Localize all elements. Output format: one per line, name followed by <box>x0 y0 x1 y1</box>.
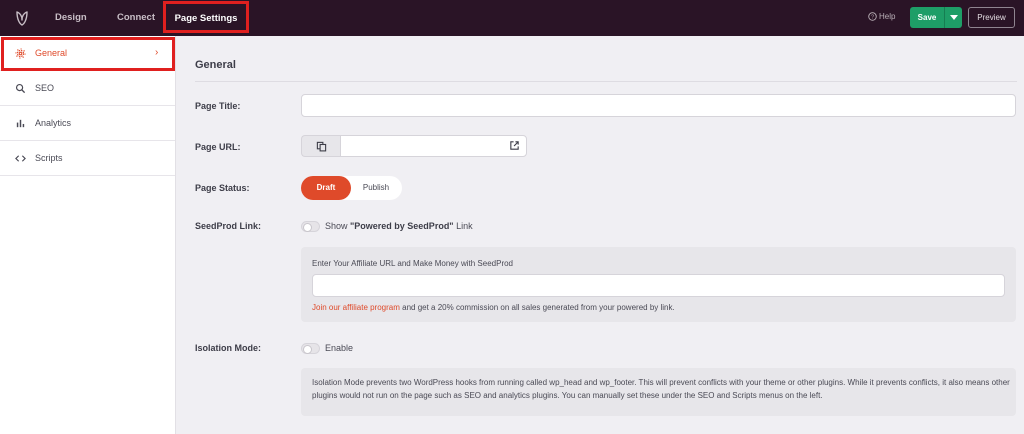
affiliate-url-input[interactable] <box>312 274 1005 297</box>
page-url-input[interactable] <box>340 135 527 157</box>
isolation-mode-switch[interactable] <box>301 343 320 354</box>
link-word: Link <box>453 221 473 231</box>
sidebar-item-scripts[interactable]: Scripts <box>0 141 175 176</box>
sidebar-item-label: Scripts <box>35 153 63 163</box>
affiliate-box: Enter Your Affiliate URL and Make Money … <box>301 247 1016 322</box>
tab-design[interactable]: Design <box>55 0 87 36</box>
highlight-box <box>1 37 175 71</box>
isolation-enable-text: Enable <box>325 343 354 353</box>
general-settings-panel: General Page Title: Page URL: Page Statu… <box>177 36 1024 434</box>
copy-icon <box>316 141 327 151</box>
affiliate-title: Enter Your Affiliate URL and Make Money … <box>312 259 514 268</box>
show-text: Show <box>325 221 351 231</box>
code-icon <box>15 153 26 164</box>
isolation-mode-label: Isolation Mode: <box>195 343 261 353</box>
seedprod-logo-icon[interactable] <box>13 9 31 27</box>
tab-connect[interactable]: Connect <box>117 0 155 36</box>
save-button[interactable]: Save <box>910 7 944 28</box>
divider <box>195 81 1017 82</box>
section-heading: General <box>195 59 236 71</box>
seedprod-link-text: Show "Powered by SeedProd" Link <box>325 221 473 231</box>
page-title-label: Page Title: <box>195 101 241 111</box>
help-icon: ? <box>868 12 877 21</box>
preview-button[interactable]: Preview <box>968 7 1015 28</box>
seedprod-link-label: SeedProd Link: <box>195 221 262 231</box>
page-status-label: Page Status: <box>195 183 250 193</box>
gear-icon <box>15 47 26 59</box>
help-label: Help <box>879 12 896 21</box>
svg-text:?: ? <box>871 15 874 21</box>
status-publish-button[interactable]: Publish <box>351 176 401 200</box>
isolation-info-box: Isolation Mode prevents two WordPress ho… <box>301 368 1016 416</box>
powered-by-text: "Powered by SeedProd" <box>350 221 454 231</box>
page-title-input[interactable] <box>301 94 1016 117</box>
save-dropdown-caret-icon[interactable] <box>944 7 962 28</box>
tab-page-settings[interactable]: Page Settings <box>163 1 249 33</box>
isolation-description: Isolation Mode prevents two WordPress ho… <box>312 378 1010 400</box>
affiliate-program-link[interactable]: Join our affiliate program <box>312 303 400 312</box>
status-draft-button[interactable]: Draft <box>301 176 351 200</box>
bar-chart-icon <box>15 118 26 129</box>
sidebar-item-general[interactable]: General › <box>0 36 175 71</box>
sidebar-item-seo[interactable]: SEO <box>0 71 175 106</box>
sidebar-item-label: Analytics <box>35 118 72 128</box>
top-bar: Design Connect Page Settings ? Help Save… <box>0 0 1024 36</box>
copy-url-button[interactable] <box>301 135 341 157</box>
page-status-toggle: Draft Publish <box>301 176 402 200</box>
help-link[interactable]: ? Help <box>868 12 895 21</box>
sidebar-item-label: SEO <box>35 83 55 93</box>
settings-sidebar: General › SEO Analytics Scripts <box>0 36 176 434</box>
affiliate-note-text: and get a 20% commission on all sales ge… <box>399 303 675 312</box>
seedprod-link-switch[interactable] <box>301 221 320 232</box>
save-group: Save <box>910 7 962 28</box>
page-url-label: Page URL: <box>195 142 241 152</box>
search-icon <box>15 83 26 94</box>
external-link-icon[interactable] <box>509 140 520 151</box>
affiliate-note: Join our affiliate program and get a 20%… <box>312 303 675 312</box>
sidebar-item-analytics[interactable]: Analytics <box>0 106 175 141</box>
chevron-right-icon: › <box>155 47 159 58</box>
sidebar-item-label: General <box>35 48 68 58</box>
